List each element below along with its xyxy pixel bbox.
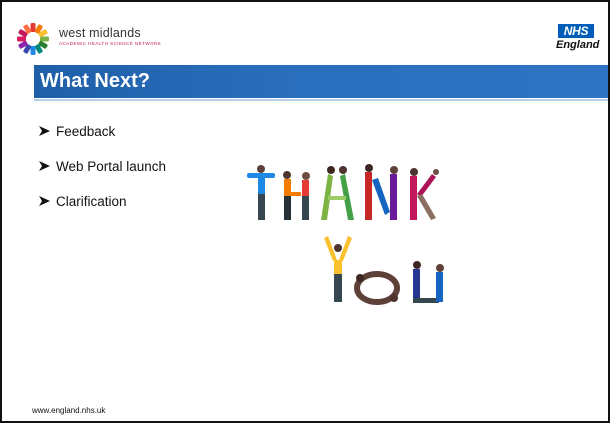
arrow-bullet-icon bbox=[39, 161, 50, 171]
org-subtitle: ACADEMIC HEALTH SCIENCE NETWORK bbox=[59, 41, 162, 46]
letter-y-figure bbox=[324, 236, 352, 302]
nhs-england-logo: NHS England bbox=[556, 24, 600, 56]
ahsn-flower-icon bbox=[17, 23, 49, 55]
org-name: west midlands bbox=[59, 26, 141, 40]
title-divider bbox=[34, 99, 608, 101]
nhs-mark: NHS bbox=[558, 24, 594, 38]
letter-o-figure bbox=[354, 271, 400, 305]
thank-you-children-image bbox=[247, 164, 444, 305]
arrow-bullet-icon bbox=[39, 126, 50, 136]
west-midlands-logo: west midlands ACADEMIC HEALTH SCIENCE NE… bbox=[16, 22, 236, 56]
bullet-text: Feedback bbox=[56, 124, 116, 139]
slide: west midlands ACADEMIC HEALTH SCIENCE NE… bbox=[0, 0, 610, 423]
title-band: What Next? bbox=[34, 65, 608, 98]
letter-a-figure bbox=[321, 166, 354, 220]
letter-h-figure bbox=[283, 171, 310, 220]
slide-title: What Next? bbox=[40, 70, 150, 92]
letter-t-figure bbox=[247, 165, 275, 220]
arrow-bullet-icon bbox=[39, 196, 50, 206]
bullet-text: Clarification bbox=[56, 194, 127, 209]
letter-u-figure bbox=[413, 261, 444, 303]
bullet-text: Web Portal launch bbox=[56, 159, 167, 174]
letter-k-figure bbox=[410, 168, 439, 220]
letter-n-figure bbox=[365, 164, 398, 220]
nhs-region: England bbox=[556, 39, 600, 51]
footer-url: www.england.nhs.uk bbox=[32, 406, 106, 415]
